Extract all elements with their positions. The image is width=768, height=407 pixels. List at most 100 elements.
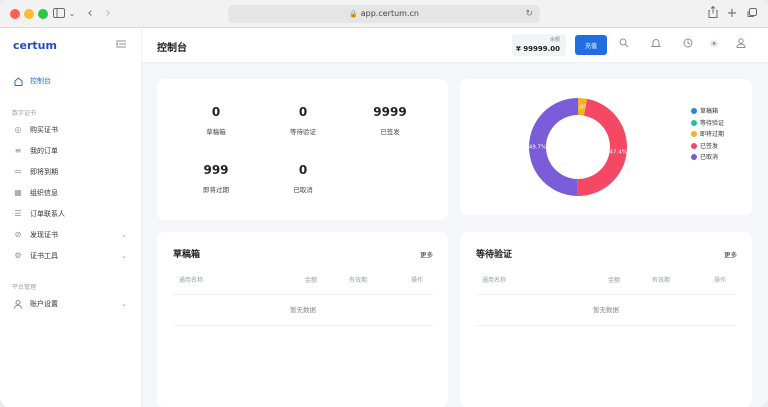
tab-overview-icon[interactable] [746,5,758,23]
section-title-platform: 平台管理 [12,284,37,291]
gear-icon: ⚙ [14,251,22,260]
sidebar-item-label: 订单联系人 [30,210,65,218]
check-circle-icon: ◎ [14,125,22,134]
balance-value: ¥ 99999.00 [515,45,560,53]
stat-issued[interactable]: 9999 已签发 [350,105,430,136]
legend-item[interactable]: 草稿箱 [691,106,724,118]
minimize-window-button[interactable] [24,9,34,19]
stat-value: 999 [203,163,229,177]
page-header: 控制台 余额 ¥ 99999.00 充值 ☀ [142,28,768,63]
column-header: 通用名称 [482,277,507,284]
legend-label: 已取消 [700,154,719,161]
donut-slice[interactable] [576,98,627,196]
address-bar[interactable]: 🔒 app.certum.cn ↻ [228,5,540,23]
more-link[interactable]: 更多 [724,249,737,259]
table-title: 等待验证 [476,250,513,260]
sidebar-item-organization[interactable]: ▦ 组织信息 [0,183,141,203]
sidebar-item-label: 购买证书 [30,126,58,134]
legend-dot [691,142,697,149]
column-header: 有效期 [349,277,368,284]
browser-window: ⌄ ‹ › 🔒 app.certum.cn ↻ + certum 控制台 数字证书… [0,0,768,407]
sidebar-item-account-settings[interactable]: 账户设置 ⌄ [0,294,141,314]
home-icon [12,71,24,94]
list-dot-icon: ≔ [14,167,22,176]
donut-slice-label: 49.7% [529,145,546,151]
balance-label: 余额 [549,37,560,43]
sidebar-item-certificate-tools[interactable]: ⚙ 证书工具 ⌄ [0,246,141,266]
sidebar-item-discover-certificates[interactable]: ⊘ 发现证书 ⌄ [0,225,141,245]
legend-dot [691,119,697,126]
legend-dot [691,154,697,160]
contacts-list-icon: ☰ [14,209,22,218]
chevron-down-icon: ⌄ [121,252,127,260]
chart-card: 3.0% 47.4% 49.7% 草稿箱 等待验证 即将过期 已签发 已取消 [460,79,752,215]
close-window-button[interactable] [10,9,20,19]
stat-value: 9999 [373,105,407,119]
more-link[interactable]: 更多 [420,249,433,259]
bell-icon[interactable] [649,38,663,52]
stat-label: 已取消 [293,186,313,194]
building-icon: ▦ [14,188,22,197]
donut-slice-label: 47.4% [610,149,627,155]
search-icon[interactable] [617,38,631,52]
share-icon[interactable] [706,5,720,23]
stats-card: 0 草稿箱 0 等待验证 9999 已签发 999 即将过期 0 已取消 [157,79,448,220]
stat-expiring[interactable]: 999 即将过期 [176,163,256,194]
chevron-down-icon: ⌄ [121,300,127,308]
forward-arrow-icon[interactable]: › [102,5,114,23]
stat-label: 等待验证 [290,128,316,136]
table-title: 草稿箱 [173,250,201,260]
stat-value: 0 [211,105,221,119]
main-content: 0 草稿箱 0 等待验证 9999 已签发 999 即将过期 0 已取消 3.0… [142,63,768,407]
legend-dot [691,131,697,137]
stat-value: 0 [298,163,308,177]
sidebar-item-label: 组织信息 [30,189,58,197]
zoom-window-button[interactable] [38,9,48,19]
sidebar-item-label: 发现证书 [30,231,58,239]
stat-pending-validation[interactable]: 0 等待验证 [263,105,343,136]
column-header: 有效期 [652,277,671,284]
new-tab-icon[interactable]: + [726,5,738,23]
theme-sun-icon[interactable]: ☀ [707,38,721,52]
section-title-certificates: 数字证书 [12,110,37,117]
legend-item[interactable]: 已取消 [691,152,724,164]
sidebar-item-my-orders[interactable]: ≡ 我的订单 [0,141,141,161]
stat-label: 即将过期 [203,186,229,194]
compass-icon: ⊘ [14,230,22,239]
donut-chart: 3.0%47.4%49.7% [529,98,627,196]
legend-item[interactable]: 即将过期 [691,129,724,141]
sidebar-item-label: 证书工具 [30,252,58,260]
sidebar-item-label: 控制台 [30,77,51,85]
sidebar-item-dashboard[interactable]: 控制台 [0,71,141,91]
legend-dot [691,108,697,114]
reload-icon[interactable]: ↻ [525,5,533,23]
logo[interactable]: certum [13,39,57,52]
sidebar-item-expiring[interactable]: ≔ 即将到期 [0,162,141,182]
column-header: 操作 [714,277,727,284]
balance-display: 余额 ¥ 99999.00 [512,34,566,56]
sidebar-toggle-icon[interactable] [52,5,66,23]
chart-legend: 草稿箱等待验证 即将过期已签发 已取消 [691,106,724,164]
stat-label: 草稿箱 [206,128,226,136]
legend-label: 草稿箱 [700,108,719,115]
back-arrow-icon[interactable]: ‹ [84,5,96,23]
table-header: 通用名称 金额 有效期 操作 [173,275,433,295]
column-header: 通用名称 [179,277,204,284]
sidebar-item-order-contacts[interactable]: ☰ 订单联系人 [0,204,141,224]
stat-drafts[interactable]: 0 草稿箱 [176,105,256,136]
collapse-sidebar-icon[interactable] [115,40,126,51]
recharge-button[interactable]: 充值 [575,35,607,55]
stat-label: 已签发 [380,128,400,136]
history-icon[interactable] [681,38,695,52]
stat-cancelled[interactable]: 0 已取消 [263,163,343,194]
legend-item[interactable]: 已签发 [691,141,724,153]
table-header: 通用名称 金额 有效期 操作 [476,275,736,295]
list-icon: ≡ [14,146,22,155]
user-icon[interactable] [734,38,748,52]
chevron-down-icon[interactable]: ⌄ [68,5,76,23]
stat-value: 0 [298,105,308,119]
user-icon [12,294,24,317]
legend-label: 即将过期 [700,131,725,138]
legend-item[interactable]: 等待验证 [691,118,724,130]
sidebar-item-buy-certificate[interactable]: ◎ 购买证书 [0,120,141,140]
